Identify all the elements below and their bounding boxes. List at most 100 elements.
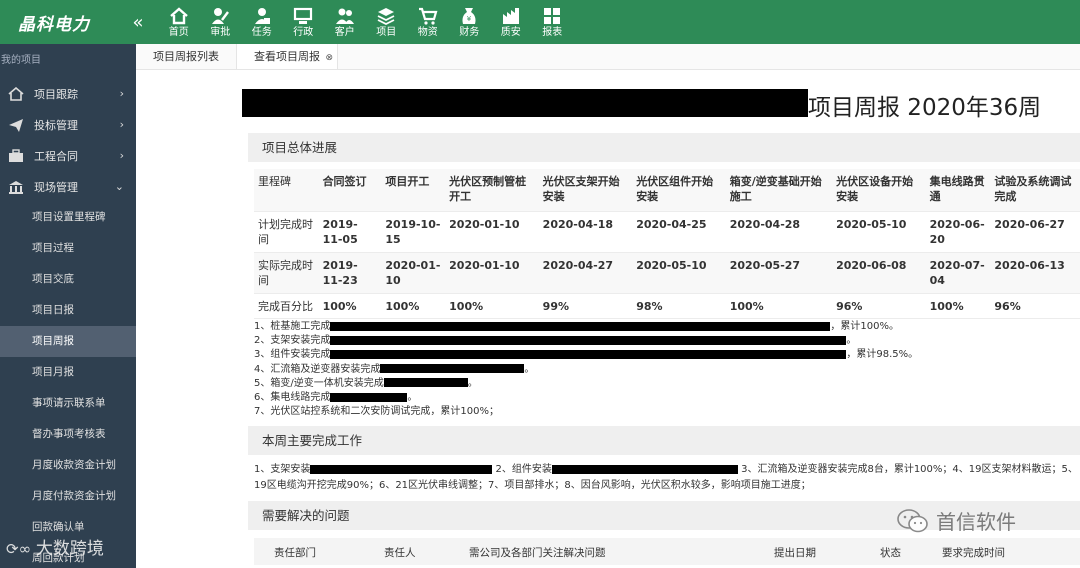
nav-item-safety[interactable]: 质安 [490,0,532,44]
tab-view-weekly[interactable]: 查看项目周报 ⊗ [237,44,338,69]
note-text: 7、光伏区站控系统和二次安防调试完成，累计100%； [254,406,499,418]
milestone-header-row: 里程碑 合同签订 项目开工 光伏区预制管桩开工 光伏区支架开始安装 光伏区组件开始安装 箱变… [254,169,1080,212]
tab-weekly-list[interactable]: 项目周报列表 [136,44,237,69]
sidebar-item-4[interactable]: 项目周报 [0,326,136,357]
sidebar-item-9[interactable]: 月度付款资金计划 [0,481,136,512]
note-text: 3、组件安装完成 [254,349,331,361]
milestone-header-cell: 光伏区设备开始安装 [832,169,926,212]
send-icon [8,118,24,132]
issues-header-cell: 状态 [880,547,901,559]
sidebar-item-2[interactable]: 项目交底 [0,264,136,295]
chevron-icon: ⌄ [114,180,124,193]
milestone-cell: 2020-04-18 [538,211,633,253]
task-icon [254,8,270,24]
redacted-text [383,378,468,388]
sidebar-item-6[interactable]: 事项请示联系单 [0,388,136,419]
nav-item-admin[interactable]: 行政 [283,0,325,44]
sidebar-group-3[interactable]: 现场管理 ⌄ [0,171,136,202]
milestone-header-cell: 光伏区支架开始安装 [538,169,633,212]
milestone-cell: 2020-06-27 [990,211,1080,253]
section-weekly-work: 本周主要完成工作 [248,426,1080,455]
issues-header-cell: 责任部门 [274,547,316,559]
milestone-header-cell: 项目开工 [381,169,446,212]
milestone-header-cell: 试验及系统调试完成 [990,169,1080,212]
sidebar-item-5[interactable]: 项目月报 [0,357,136,388]
row-label: 计划完成时间 [254,211,319,253]
milestone-header-cell: 箱变/逆变基础开始施工 [725,169,833,212]
finance-icon: ¥ [462,8,476,24]
nav-item-report[interactable]: 报表 [532,0,574,44]
nav-item-label: 客户 [334,27,355,38]
milestone-cell: 2020-01-10 [445,252,539,294]
sidebar-item-8[interactable]: 月度收款资金计划 [0,450,136,481]
project-icon [377,8,395,26]
sidebar-item-1[interactable]: 项目过程 [0,233,136,264]
progress-note: 5、箱变/逆变一体机安装完成 。 [254,377,918,391]
nav-item-cart[interactable]: 物资 [407,0,449,44]
milestone-cell: 2020-04-25 [632,211,726,253]
progress-note: 1、桩基施工完成 ，累计100%。 [254,320,918,334]
note-suffix: ，累计98.5%。 [846,349,919,361]
report-content: 项目周报 2020年36周 项目总体进展 里程碑 合同签订 项目开工 光伏区预制管桩开… [136,70,1080,568]
sidebar: 我的项目 项目跟踪 › 投标管理 › 工程合同 › 现场管理 ⌄ 项目设置里程碑 项目过程 项目交… [0,44,136,568]
milestone-cell: 2020-01-10 [445,211,539,253]
watermark-text: 大数跨境 [35,539,104,559]
milestone-header-cell: 光伏区组件开始安装 [632,169,726,212]
row-label: 实际完成时间 [254,252,319,294]
milestone-cell: 2020-04-28 [725,211,833,253]
nav-item-home[interactable]: 首页 [158,0,200,44]
nav-item-label: 财务 [459,27,480,38]
close-tab-icon[interactable]: ⊗ [325,45,333,71]
approve-icon [212,8,230,24]
milestone-cell: 2020-07-04 [925,252,991,294]
weekly-work-text: 1、支架安装 2、组件安装 3、汇流箱及逆变器安装完成8台，累计100%；4、1… [254,462,1080,494]
milestone-cell: 2020-05-10 [632,252,726,294]
sidebar-title: 我的项目 [1,55,41,66]
collapse-sidebar-button[interactable]: « [118,12,158,33]
watermark-text: 首信软件 [936,510,1016,534]
note-text: 6、集电线路完成 [254,392,331,404]
sidebar-group-2[interactable]: 工程合同 › [0,140,136,171]
nav-item-label: 报表 [542,27,563,38]
milestone-cell: 100% [381,293,446,319]
sidebar-item-3[interactable]: 项目日报 [0,295,136,326]
note-text: 1、桩基施工完成 [254,321,331,332]
nav-item-approve[interactable]: 审批 [200,0,242,44]
bottom-watermark: ⟳∞ 大数跨境 [6,534,104,559]
section-overall-progress: 项目总体进展 [248,133,1080,162]
briefcase-icon [8,148,24,163]
milestone-table: 里程碑 合同签订 项目开工 光伏区预制管桩开工 光伏区支架开始安装 光伏区组件开始安装 箱变… [254,169,1080,319]
progress-note: 3、组件安装完成 ，累计98.5%。 [254,348,918,362]
watermark-logo-icon: ⟳∞ [6,540,36,558]
note-suffix: 。 [524,363,535,375]
note-text: 4、汇流箱及逆变器安装完成 [254,363,381,375]
progress-notes: 1、桩基施工完成 ，累计100%。 2、支架安装完成。 3、组件安装完成 ，累计98.5… [254,320,918,419]
milestone-cell: 2020-06-20 [925,211,991,253]
nav-item-label: 行政 [293,27,314,38]
tab-label: 项目周报列表 [153,50,219,63]
redacted-text [330,321,831,331]
note-text: 5、箱变/逆变一体机安装完成 [254,377,384,389]
progress-note: 4、汇流箱及逆变器安装完成 。 [254,363,918,377]
sidebar-item-7[interactable]: 督办事项考核表 [0,419,136,450]
tracking-icon [8,86,24,101]
milestone-header-cell: 光伏区预制管桩开工 [445,169,539,212]
progress-note: 2、支架安装完成 。 [254,334,918,348]
sidebar-item-0[interactable]: 项目设置里程碑 [0,202,136,233]
redacted-text [330,335,847,345]
chevron-icon: › [119,149,124,162]
home-icon [169,7,188,25]
sidebar-group-0[interactable]: 项目跟踪 › [0,78,136,109]
nav-item-task[interactable]: 任务 [241,0,283,44]
cart-icon [418,7,438,25]
sidebar-group-1[interactable]: 投标管理 › [0,109,136,140]
table-row: 实际完成时间 2019-11-23 2020-01-10 2020-01-10 2020… [254,252,1080,294]
sidebar-group-label: 现场管理 [34,180,78,194]
milestone-cell: 98% [632,293,726,319]
wechat-watermark: 首信软件 [896,506,1016,535]
admin-icon [294,7,313,24]
nav-item-finance[interactable]: ¥ 财务 [449,0,491,44]
note-suffix: 。 [467,377,478,389]
nav-item-customer[interactable]: 客户 [324,0,366,44]
nav-item-project[interactable]: 项目 [366,0,408,44]
